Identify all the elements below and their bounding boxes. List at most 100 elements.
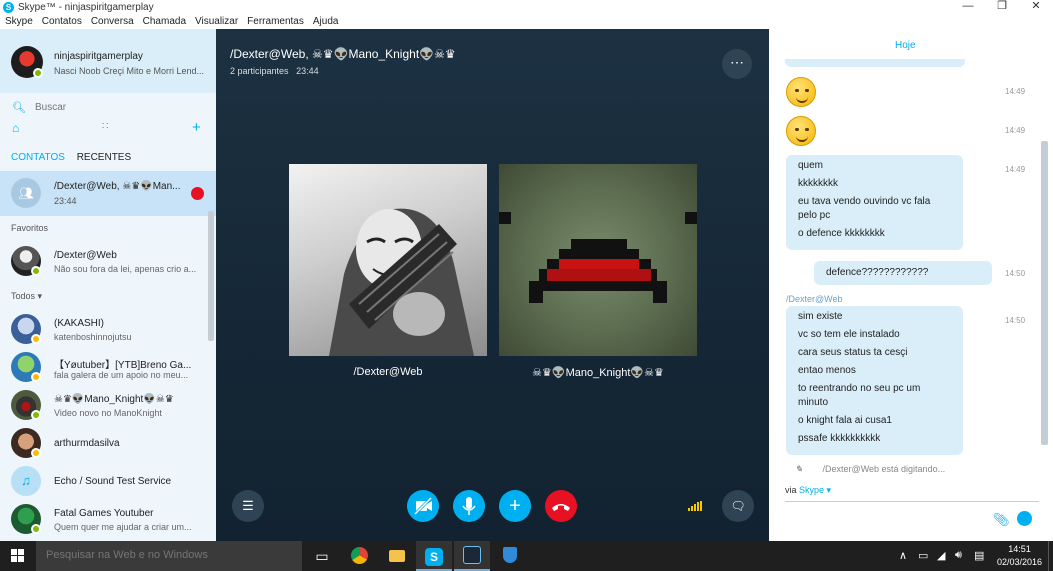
video-off-button[interactable] [407,490,439,522]
participant-count: 2 participantes [230,66,289,76]
dialpad-icon[interactable]: ∷ [102,121,108,132]
show-desktop-button[interactable] [1048,541,1053,571]
message-time: 14:49 [1005,165,1026,174]
via-selector[interactable]: via Skype ▾ [785,485,831,496]
skype-icon[interactable]: S [416,541,452,571]
taskbar-search-input[interactable] [46,549,286,561]
emoticon-picker-icon[interactable] [1017,511,1032,526]
contact-item[interactable]: (KAKASHI) katenboshinnojutsu [0,310,208,348]
message-bubble: quem kkkkkkkk eu tava vendo ouvindo vc f… [786,155,963,250]
emoticon-icon [786,116,816,146]
message-text: quem [798,160,824,171]
task-view-icon[interactable]: ▭ [304,541,340,571]
chat-scrollbar[interactable] [1041,141,1048,445]
menu-skype[interactable]: Skype [5,16,33,27]
windows-start-icon[interactable] [11,549,25,563]
contact-name: ☠♛👽Mano_Knight👽☠♛ [54,394,174,405]
message-sender: /Dexter@Web [786,294,843,304]
menu-ajuda[interactable]: Ajuda [313,16,339,27]
message-composer[interactable]: 📎︎ [785,501,1039,537]
profile-card[interactable]: ninjaspiritgamerplay Nasci Noob Creçi Mi… [0,29,216,93]
all-contacts-heading[interactable]: Todos ▾ [11,291,42,302]
message-text: kkkkkkkk [798,178,838,189]
search-bar[interactable]: 🔍︎ [0,93,216,121]
close-button[interactable]: ✕ [1019,0,1053,14]
search-icon: 🔍︎ [12,101,26,114]
menu-ferramentas[interactable]: Ferramentas [247,16,304,27]
volume-icon[interactable]: 🔊︎ [955,549,962,562]
menu-bar: Skype Contatos Conversa Chamada Visualiz… [0,14,1053,29]
contact-item[interactable]: Fatal Games Youtuber Quem quer me ajudar… [0,500,208,538]
menu-chamada[interactable]: Chamada [143,16,186,27]
typing-indicator: ✎ /Dexter@Web está digitando... [795,464,945,475]
profile-mood: Nasci Noob Creçi Mito e Morri Lend... [54,66,205,76]
home-icon[interactable]: ⌂ [12,121,19,135]
chrome-icon[interactable] [341,541,377,571]
shield-icon[interactable] [492,541,528,571]
online-status-icon [31,266,41,276]
participant-photo [329,208,474,356]
call-title: /Dexter@Web, ☠♛👽Mano_Knight👽☠♛ [230,47,456,61]
message-text: defence???????????? [826,267,929,278]
window-controls: — ❐ ✕ [951,0,1053,14]
search-input[interactable] [34,101,195,113]
call-panel: /Dexter@Web, ☠♛👽Mano_Knight👽☠♛ 2 partici… [216,29,769,541]
tab-recent[interactable]: RECENTES [77,152,131,163]
contact-item[interactable]: arthurmdasilva [0,424,208,462]
participant-tile-mano-knight[interactable] [499,164,697,356]
add-participant-button[interactable]: + [499,490,531,522]
message-bubble: sim existe vc so tem ele instalado cara … [786,306,963,455]
date-divider: Hoje [895,40,916,51]
taskbar-search[interactable] [36,541,302,571]
message-time: 14:49 [1005,87,1026,96]
microphone-icon [462,497,476,515]
show-participants-button[interactable]: ☰ [232,490,264,522]
maximize-button[interactable]: ❐ [985,0,1019,14]
favorite-item[interactable]: /Dexter@Web Não sou fora da lei, apenas … [0,242,208,280]
contact-name: arthurmdasilva [54,438,120,449]
contact-mood: fala galera de um apoio no meu... [54,370,189,380]
battery-icon[interactable]: ▭ [918,549,928,562]
contact-tabs: CONTATOS RECENTES [11,152,140,163]
taskbar-clock[interactable]: 14:51 02/03/2016 [997,543,1042,569]
contact-item[interactable]: ♫ Echo / Sound Test Service [0,462,208,500]
message-text: eu tava vendo ouvindo vc fala [798,196,931,207]
add-icon[interactable]: + [192,119,201,136]
more-options-button[interactable]: ⋯ [722,49,752,79]
contact-mood: Video novo no ManoKnight [54,408,162,418]
attach-icon[interactable]: 📎︎ [993,512,1010,528]
file-explorer-icon[interactable] [379,541,415,571]
via-label: via [785,485,797,495]
show-chat-button[interactable]: 🗨︎ [722,490,754,522]
contact-item[interactable]: 【Yøutuber】[YTB]Breno Ga... fala galera d… [0,348,208,386]
steam-icon[interactable] [454,541,490,571]
via-service[interactable]: Skype ▾ [799,485,831,495]
emoticon-icon [786,77,816,107]
active-conversation-item[interactable]: 👥︎ /Dexter@Web, ☠♛👽Man... 23:44 [0,171,216,216]
chevron-up-icon[interactable]: ∧ [899,549,907,562]
hang-up-icon [552,504,570,511]
message-text: o defence kkkkkkkk [798,228,885,239]
message-text: pelo pc [798,210,831,221]
end-call-button[interactable] [545,490,577,522]
contact-mood: katenboshinnojutsu [54,332,132,342]
profile-name: ninjaspiritgamerplay [54,51,143,62]
contact-item[interactable]: ☠♛👽Mano_Knight👽☠♛ Video novo no ManoKnig… [0,386,208,424]
minimize-button[interactable]: — [951,0,985,14]
online-status-icon [33,68,43,78]
mute-button[interactable] [453,490,485,522]
own-message-bubble: defence???????????? [814,261,992,285]
tab-contacts[interactable]: CONTATOS [11,152,65,163]
participant-photo [499,212,697,303]
call-in-progress-icon [191,187,204,200]
signal-strength-icon [688,501,704,511]
menu-visualizar[interactable]: Visualizar [195,16,238,27]
notifications-icon[interactable]: ▤ [974,549,984,562]
participant-tile-dexter[interactable] [289,164,487,356]
menu-conversa[interactable]: Conversa [91,16,134,27]
sidebar-scrollbar[interactable] [208,211,214,341]
menu-contatos[interactable]: Contatos [42,16,82,27]
message-input[interactable] [785,508,985,530]
clock-date: 02/03/2016 [997,557,1043,567]
network-icon[interactable]: ◢ [937,549,945,562]
